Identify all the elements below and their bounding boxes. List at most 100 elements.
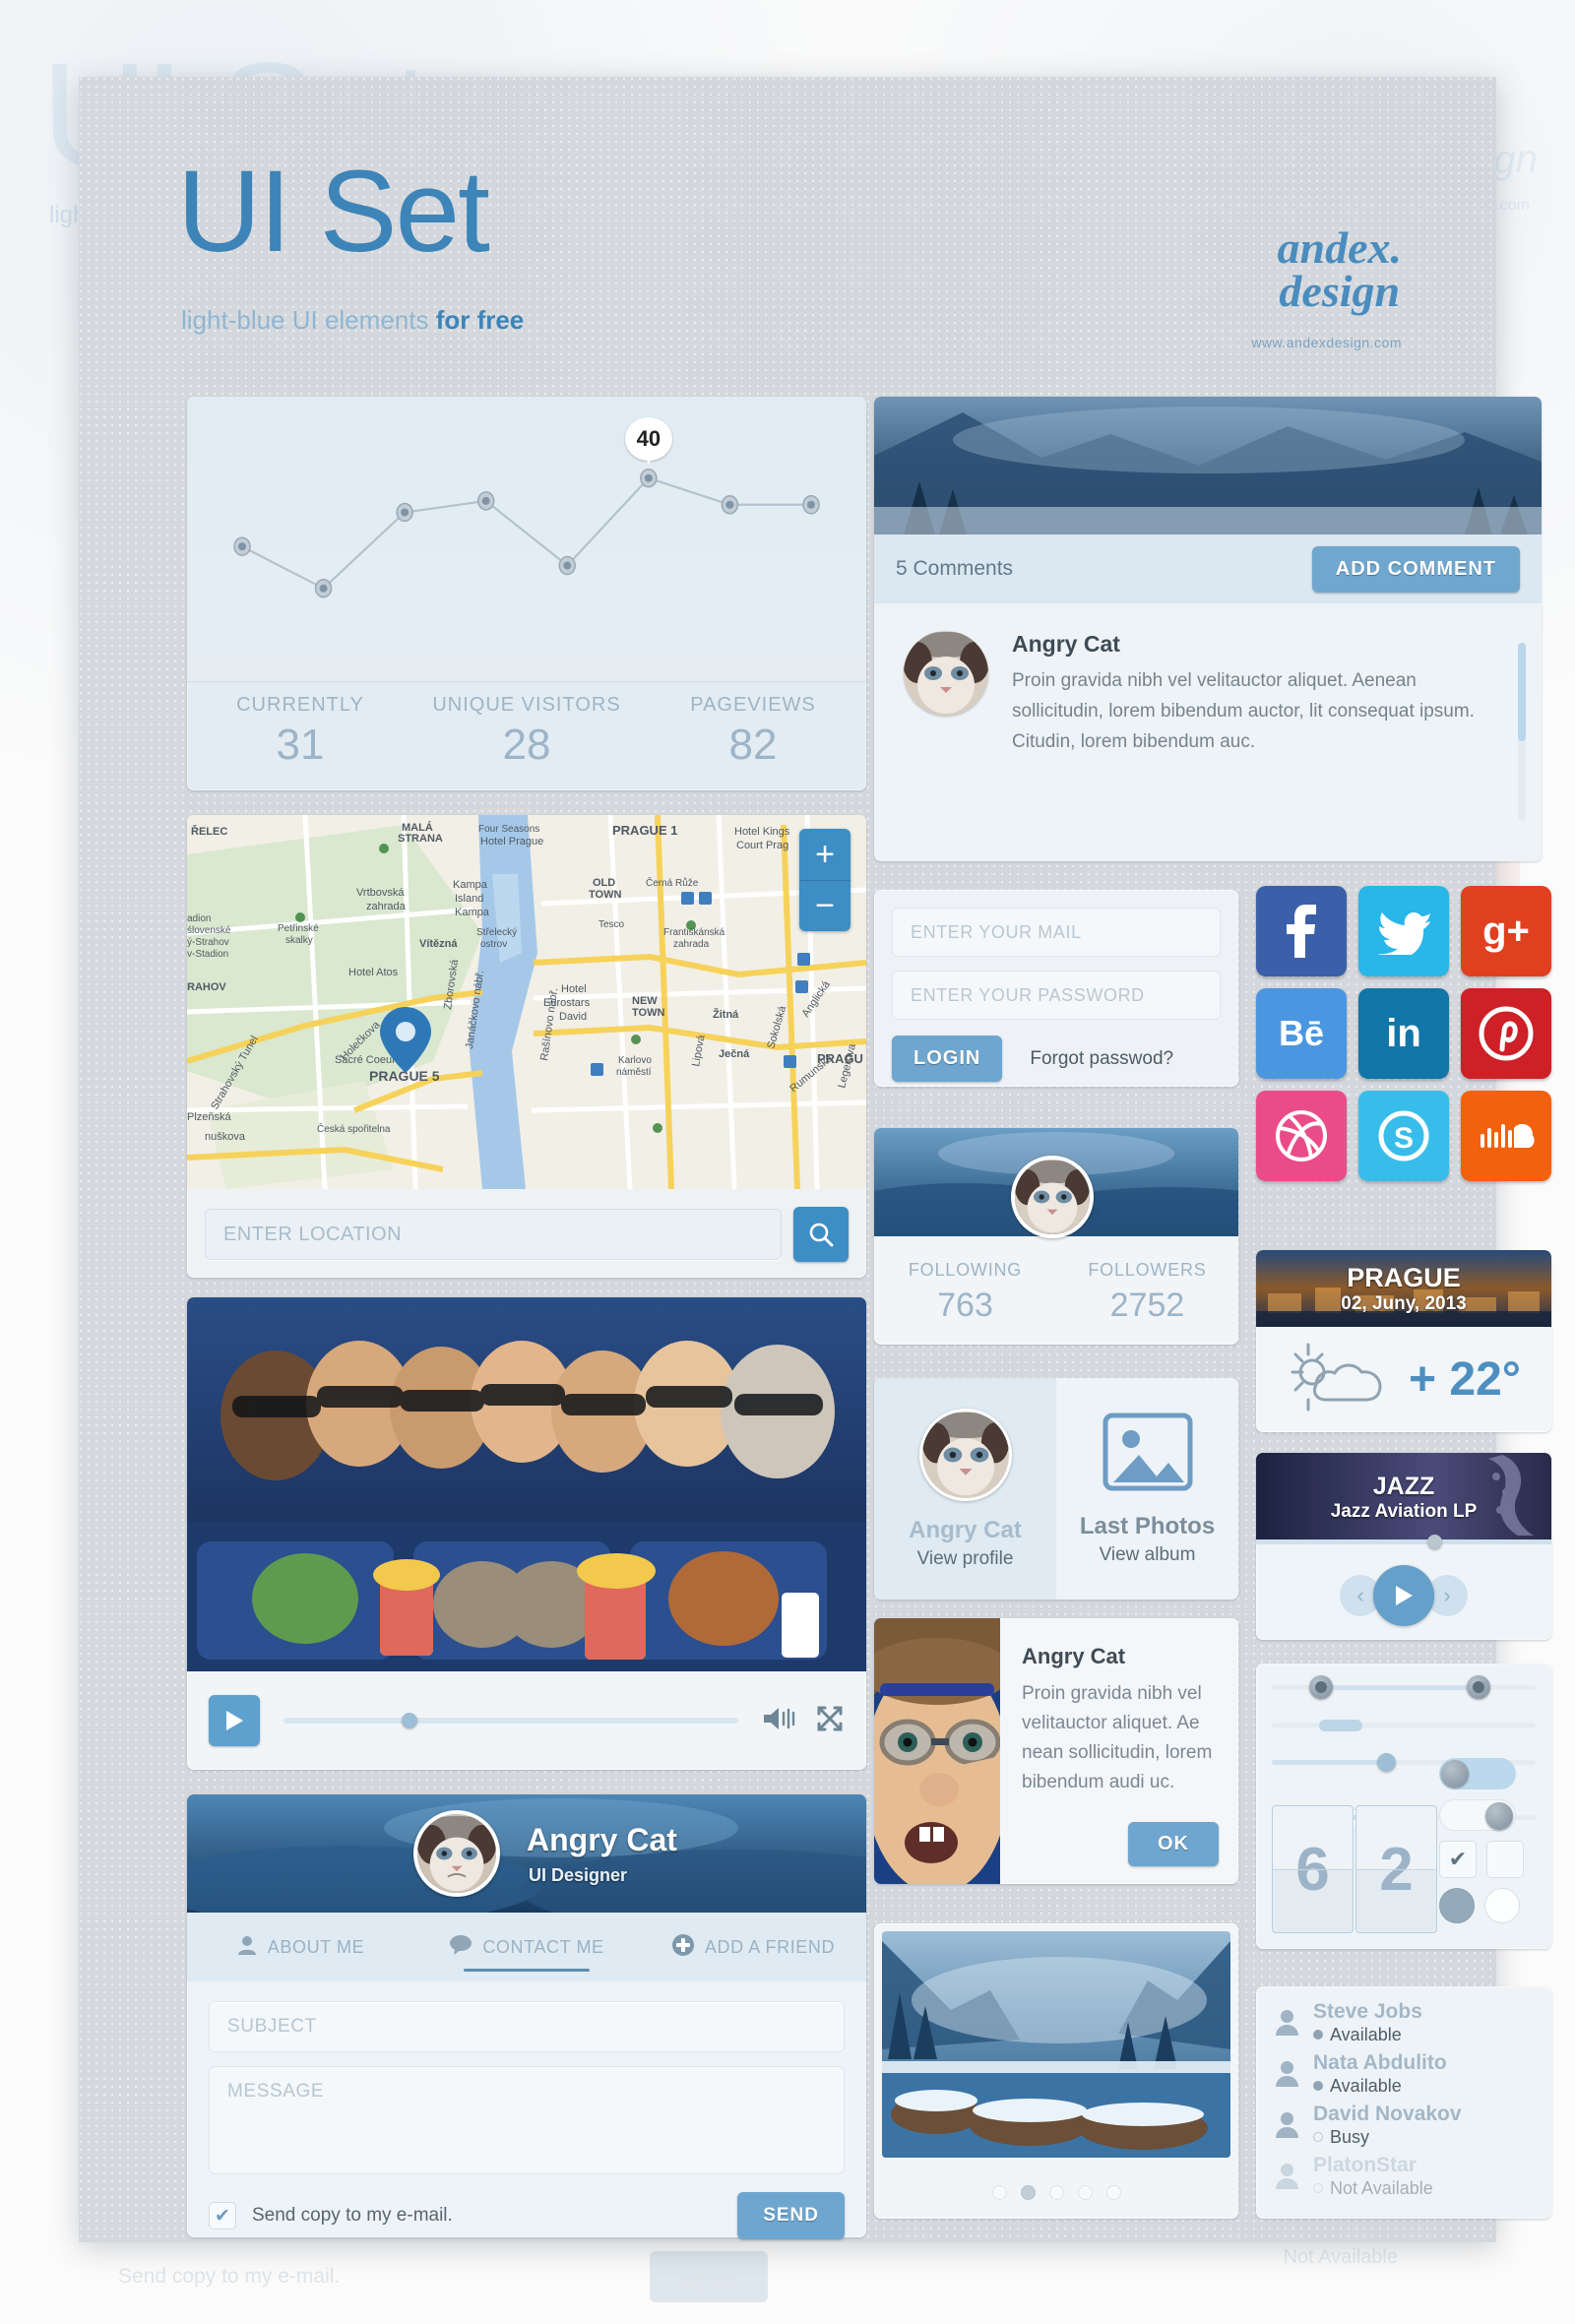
google-plus-icon[interactable]: g+ [1461, 886, 1551, 976]
gallery-dot[interactable] [1048, 2184, 1064, 2200]
tile-view-profile[interactable]: Angry Cat View profile [874, 1378, 1056, 1600]
chart-point-core [401, 508, 410, 517]
tab-about-me[interactable]: ABOUT ME [187, 1913, 413, 1981]
gallery-dot[interactable] [1105, 2184, 1121, 2200]
stat-value: 82 [728, 721, 778, 769]
password-input[interactable]: ENTER YOUR PASSWORD [892, 971, 1221, 1020]
radio-selected[interactable] [1439, 1888, 1475, 1923]
tile-view-album[interactable]: Last Photos View album [1056, 1378, 1238, 1600]
music-progress-thumb[interactable] [1427, 1535, 1442, 1549]
svg-text:Kampa: Kampa [455, 907, 490, 918]
toggle-on[interactable] [1439, 1758, 1516, 1790]
pinterest-icon[interactable] [1461, 988, 1551, 1079]
dribbble-icon[interactable] [1256, 1091, 1347, 1181]
tab-label: ABOUT ME [267, 1936, 365, 1957]
range-slider[interactable] [1272, 1675, 1536, 1699]
twitter-icon[interactable] [1358, 886, 1449, 976]
message-textarea[interactable]: MESSAGE [209, 2066, 845, 2174]
map-zoom-controls[interactable]: + − [799, 829, 850, 931]
followers-stats: FOLLOWING 763 FOLLOWERS 2752 [874, 1236, 1238, 1345]
chart-point-core [563, 561, 572, 570]
video-progress-thumb[interactable] [402, 1713, 418, 1728]
fullscreen-icon[interactable] [815, 1704, 845, 1738]
soundcloud-icon[interactable] [1461, 1091, 1551, 1181]
svg-text:ostrov: ostrov [480, 939, 507, 950]
chat-icon [449, 1934, 472, 1961]
ghost-send-label: SEND [679, 2273, 737, 2295]
linkedin-icon[interactable]: in [1358, 988, 1449, 1079]
facebook-icon[interactable] [1256, 886, 1347, 976]
tab-contact-me[interactable]: CONTACT ME [413, 1913, 640, 1981]
chart-point-core [644, 473, 653, 482]
map-graphics: ŘELEC MALÁ STRANA Four Seasons Hotel Pra… [187, 815, 866, 1189]
slider-pill-thumb[interactable] [1319, 1720, 1363, 1731]
map-zoom-out-button[interactable]: − [799, 880, 850, 931]
subject-input[interactable]: SUBJECT [209, 2001, 845, 2052]
play-icon[interactable] [1373, 1565, 1434, 1626]
play-icon[interactable] [209, 1695, 260, 1746]
location-input[interactable]: ENTER LOCATION [205, 1209, 782, 1260]
email-input[interactable]: ENTER YOUR MAIL [892, 908, 1221, 957]
video-progress-slider[interactable] [284, 1713, 738, 1728]
slider-dot-thumb[interactable] [1377, 1753, 1397, 1772]
slider-knob-left[interactable] [1308, 1675, 1333, 1699]
toggle-off[interactable] [1439, 1799, 1516, 1831]
analytics-widget: 40 CURRENTLY 31 UNIQUE VISITORS 28 PAGEV… [187, 397, 866, 790]
contact-item-platonstar[interactable]: PlatonStar Not Available [1272, 2154, 1536, 2199]
twitter-glyph [1378, 912, 1430, 955]
search-icon[interactable] [793, 1207, 849, 1262]
page-subtitle: light-blue UI elements for free [181, 305, 524, 336]
stat-cell-currently: CURRENTLY 31 [187, 682, 413, 790]
pill-slider[interactable] [1272, 1719, 1536, 1731]
volume-icon[interactable] [762, 1704, 797, 1738]
chart-point-core [319, 584, 328, 593]
radio-unselected[interactable] [1484, 1888, 1520, 1923]
stat-label: CURRENTLY [236, 694, 364, 716]
add-comment-button[interactable]: ADD COMMENT [1311, 545, 1520, 593]
dialog-title: Angry Cat [1022, 1644, 1126, 1668]
music-progress-slider[interactable] [1256, 1535, 1551, 1549]
scrollbar-thumb[interactable] [1518, 643, 1526, 741]
contact-item-david-novakov[interactable]: David Novakov Busy [1272, 2103, 1536, 2148]
comment-item: Angry Cat Proin gravida nibh vel velitau… [904, 631, 1512, 763]
map-zoom-in-button[interactable]: + [799, 829, 850, 880]
music-genre: JAZZ [1372, 1472, 1435, 1500]
comments-scrollbar[interactable] [1518, 643, 1526, 820]
gallery-dot-active[interactable] [1020, 2184, 1036, 2200]
google-plus-glyph: g+ [1482, 909, 1530, 953]
checkbox-unchecked[interactable] [1486, 1841, 1524, 1878]
video-frame[interactable] [187, 1297, 866, 1671]
send-copy-checkbox[interactable]: ✔ [209, 2202, 236, 2230]
send-button[interactable]: SEND [737, 2192, 845, 2239]
gallery-widget [874, 1923, 1238, 2219]
comments-toolbar: 5 Comments ADD COMMENT [874, 534, 1542, 603]
contact-item-steve-jobs[interactable]: Steve Jobs Available [1272, 2000, 1536, 2045]
ghost-send-button [650, 2251, 768, 2302]
ui-kit-sheet: UI Set light-blue UI elements for free a… [79, 77, 1551, 2242]
behance-icon[interactable]: Bē [1256, 988, 1347, 1079]
music-album: Jazz Aviation LP [1330, 1500, 1478, 1522]
toggle-group: ✔ [1439, 1758, 1538, 1933]
contacts-widget: Steve Jobs Available Nata Abdulito Avail… [1256, 1986, 1551, 2219]
dialog-widget: Angry Cat Proin gravida nibh vel velitau… [874, 1618, 1238, 1884]
linkedin-glyph: in [1386, 1011, 1421, 1055]
ok-button[interactable]: OK [1128, 1822, 1219, 1866]
plus-circle-glyph [671, 1933, 694, 1956]
gallery-image[interactable] [882, 1931, 1230, 2158]
forgot-password-link[interactable]: Forgot passwod? [1030, 1048, 1173, 1070]
status-dot-available [1313, 2081, 1323, 2091]
tab-add-a-friend[interactable]: ADD A FRIEND [640, 1913, 866, 1981]
toggle-knob [1485, 1802, 1513, 1830]
contact-item-nata-abdulito[interactable]: Nata Abdulito Available [1272, 2051, 1536, 2097]
map-canvas[interactable]: ŘELEC MALÁ STRANA Four Seasons Hotel Pra… [187, 815, 866, 1189]
login-button[interactable]: LOGIN [892, 1036, 1003, 1082]
svg-text:ślovenské: ślovenské [187, 925, 231, 936]
svg-text:Střelecký: Střelecký [476, 927, 517, 938]
gallery-dot[interactable] [1077, 2184, 1093, 2200]
checkbox-checked[interactable]: ✔ [1439, 1841, 1477, 1878]
flip-digit-ones: 2 [1355, 1805, 1437, 1933]
gallery-dot[interactable] [991, 2184, 1007, 2200]
contact-info: Nata Abdulito Available [1313, 2051, 1447, 2097]
slider-knob-right[interactable] [1467, 1675, 1491, 1699]
skype-icon[interactable]: S [1358, 1091, 1449, 1181]
